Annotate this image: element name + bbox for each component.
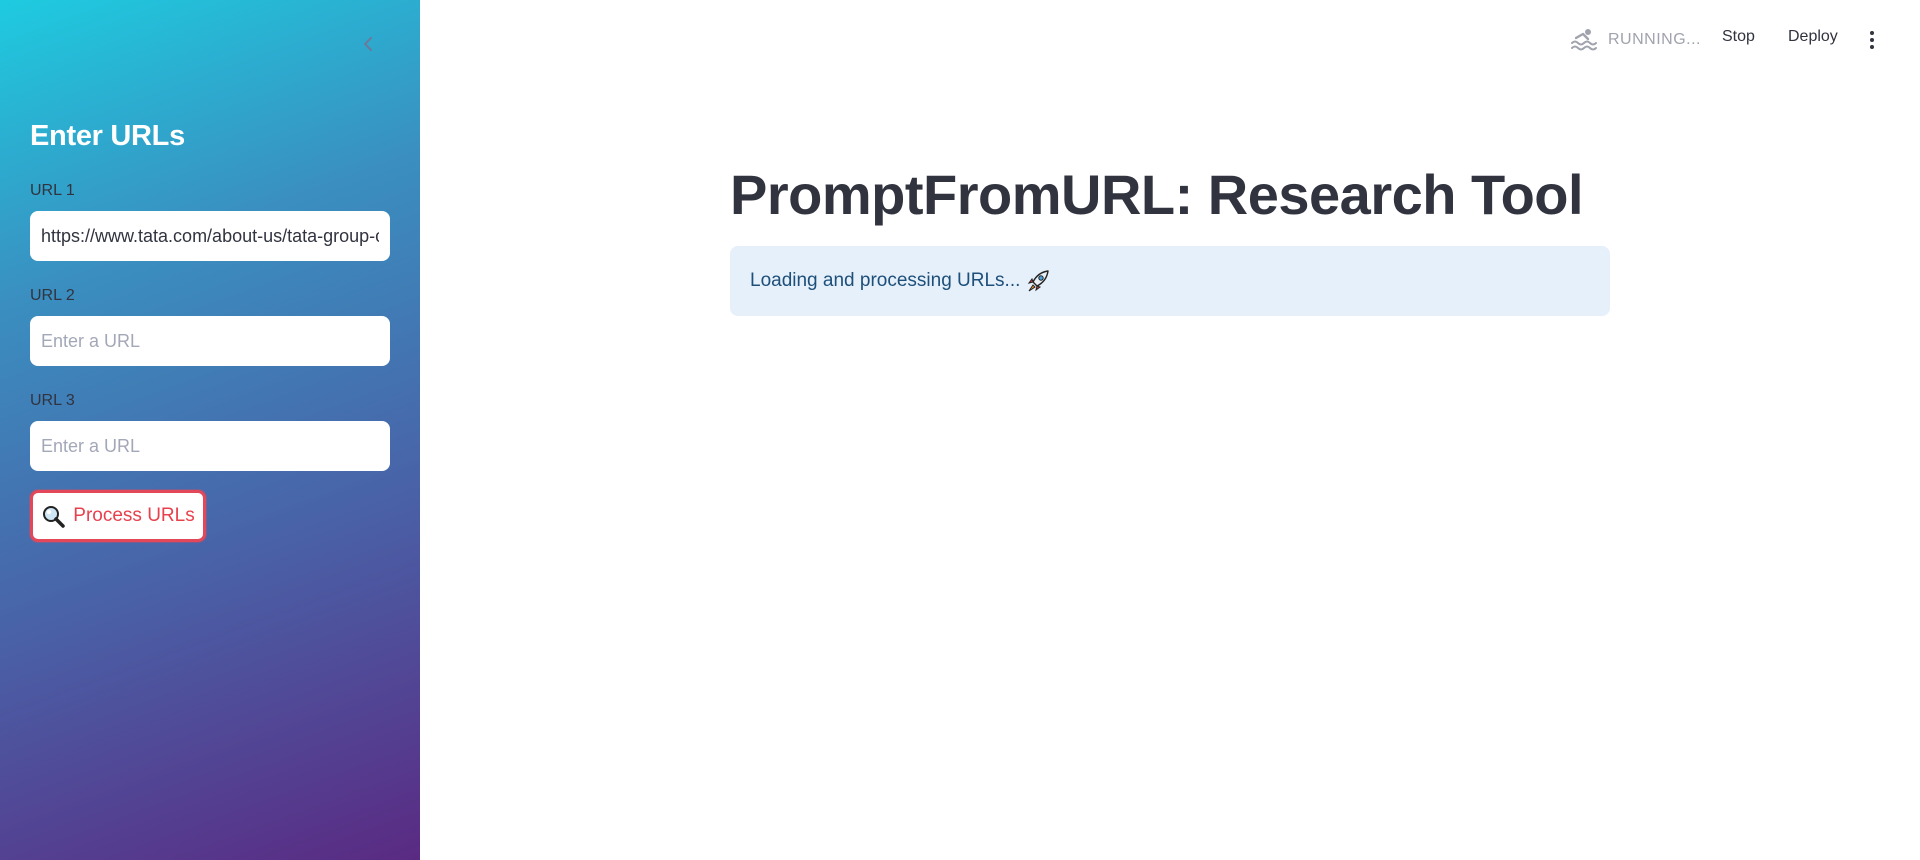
- deploy-button[interactable]: Deploy: [1788, 28, 1838, 46]
- info-alert: Loading and processing URLs...: [730, 246, 1610, 316]
- kebab-dot: [1870, 38, 1874, 42]
- url-3-label: URL 3: [30, 392, 75, 409]
- process-urls-label: Process URLs: [73, 505, 195, 526]
- chevron-left-icon: [364, 37, 372, 51]
- sidebar-title: Enter URLs: [30, 120, 185, 152]
- url-2-input[interactable]: [30, 316, 390, 366]
- url-1-input[interactable]: [30, 211, 390, 261]
- info-text: Loading and processing URLs...: [750, 270, 1021, 291]
- swimmer-icon: [1571, 29, 1597, 51]
- process-urls-button[interactable]: Process URLs: [30, 490, 206, 542]
- kebab-dot: [1870, 45, 1874, 49]
- kebab-dot: [1870, 31, 1874, 35]
- rocket-icon: [1028, 270, 1050, 292]
- status-text: RUNNING...: [1608, 31, 1701, 48]
- stop-button[interactable]: Stop: [1722, 28, 1755, 46]
- running-status: RUNNING...: [1570, 26, 1701, 54]
- url-1-label: URL 1: [30, 182, 75, 199]
- collapse-sidebar-button[interactable]: [356, 32, 380, 56]
- main-menu-button[interactable]: [1864, 28, 1880, 52]
- magnifier-icon: [43, 506, 66, 528]
- url-2-label: URL 2: [30, 287, 75, 304]
- app: Enter URLs URL 1 URL 2 URL 3 Process URL…: [0, 0, 1920, 860]
- url-3-input[interactable]: [30, 421, 390, 471]
- page-title: PromptFromURL: Research Tool: [730, 163, 1584, 226]
- sidebar: Enter URLs URL 1 URL 2 URL 3 Process URL…: [0, 0, 420, 860]
